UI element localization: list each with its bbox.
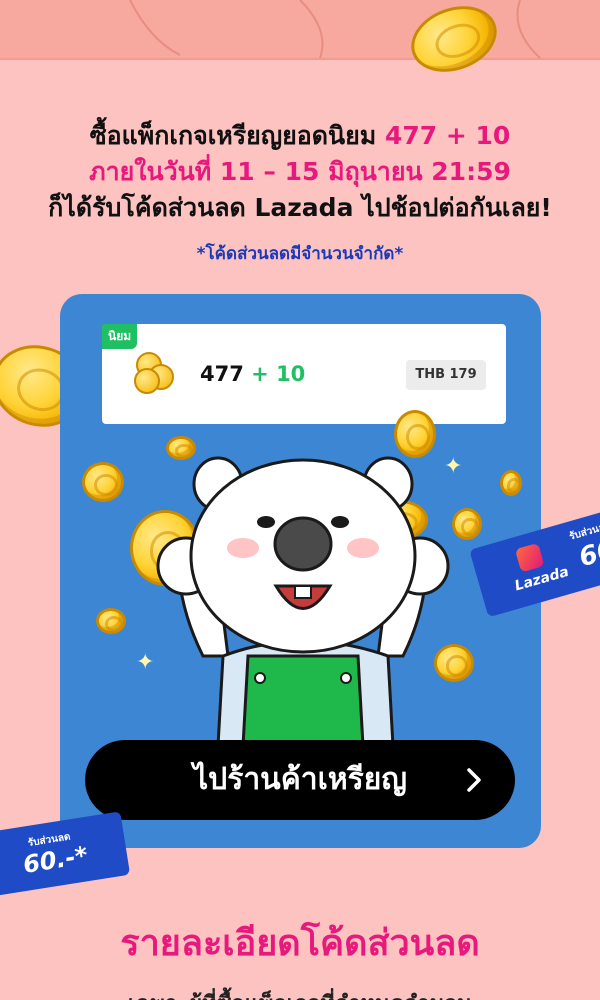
coin-decoration — [394, 410, 436, 458]
lazada-coupon-ticket-small: รับส่วนลด 60.-* — [0, 811, 131, 897]
headline-line3: ก็ได้รับโค้ดส่วนลด Lazada ไปช้อปต่อกันเล… — [48, 193, 552, 222]
coin-pack[interactable]: นิยม 477 + 10 THB 179 — [102, 324, 506, 424]
top-illustration-band — [0, 0, 600, 60]
headline-line2: ภายในวันที่ 11 – 15 มิถุนายน 21:59 — [89, 157, 511, 186]
popular-badge: นิยม — [102, 324, 138, 349]
bear-mascot-illustration — [156, 456, 450, 746]
promo-card: นิยม 477 + 10 THB 179 ✦ ✦ ✦ — [60, 294, 541, 848]
coin-decoration — [82, 462, 124, 502]
sketch-lines-decoration — [129, 0, 541, 59]
coin-amount: 477 + 10 — [200, 362, 305, 386]
coin-count: 477 — [200, 362, 244, 386]
coin-shop-button-label: ไปร้านค้าเหรียญ — [193, 762, 407, 797]
coin-decoration — [500, 470, 522, 496]
lazada-logo-icon — [514, 542, 545, 573]
coin-bonus: + 10 — [251, 362, 306, 386]
limited-note: *โค้ดส่วนลดมีจำนวนจำกัด* — [196, 244, 404, 264]
section-title: รายละเอียดโค้ดส่วนลด — [120, 923, 480, 964]
coin-decoration — [96, 608, 126, 634]
details-text: เฉพาะผู้ที่ซื้อแพ็กเกจที่กำหนดจำนวน — [0, 986, 600, 1000]
pack-price: THB 179 — [406, 360, 486, 390]
chevron-right-icon — [467, 768, 481, 792]
headline-line1: ซื้อแพ็กเกจเหรียญยอดนิยม — [89, 121, 385, 150]
headline-line1-highlight: 477 + 10 — [384, 121, 511, 150]
coin-shop-button[interactable]: ไปร้านค้าเหรียญ — [85, 740, 515, 820]
coin-stack-icon — [134, 352, 178, 394]
promo-headline: ซื้อแพ็กเกจเหรียญยอดนิยม 477 + 10 ภายในว… — [0, 118, 600, 226]
